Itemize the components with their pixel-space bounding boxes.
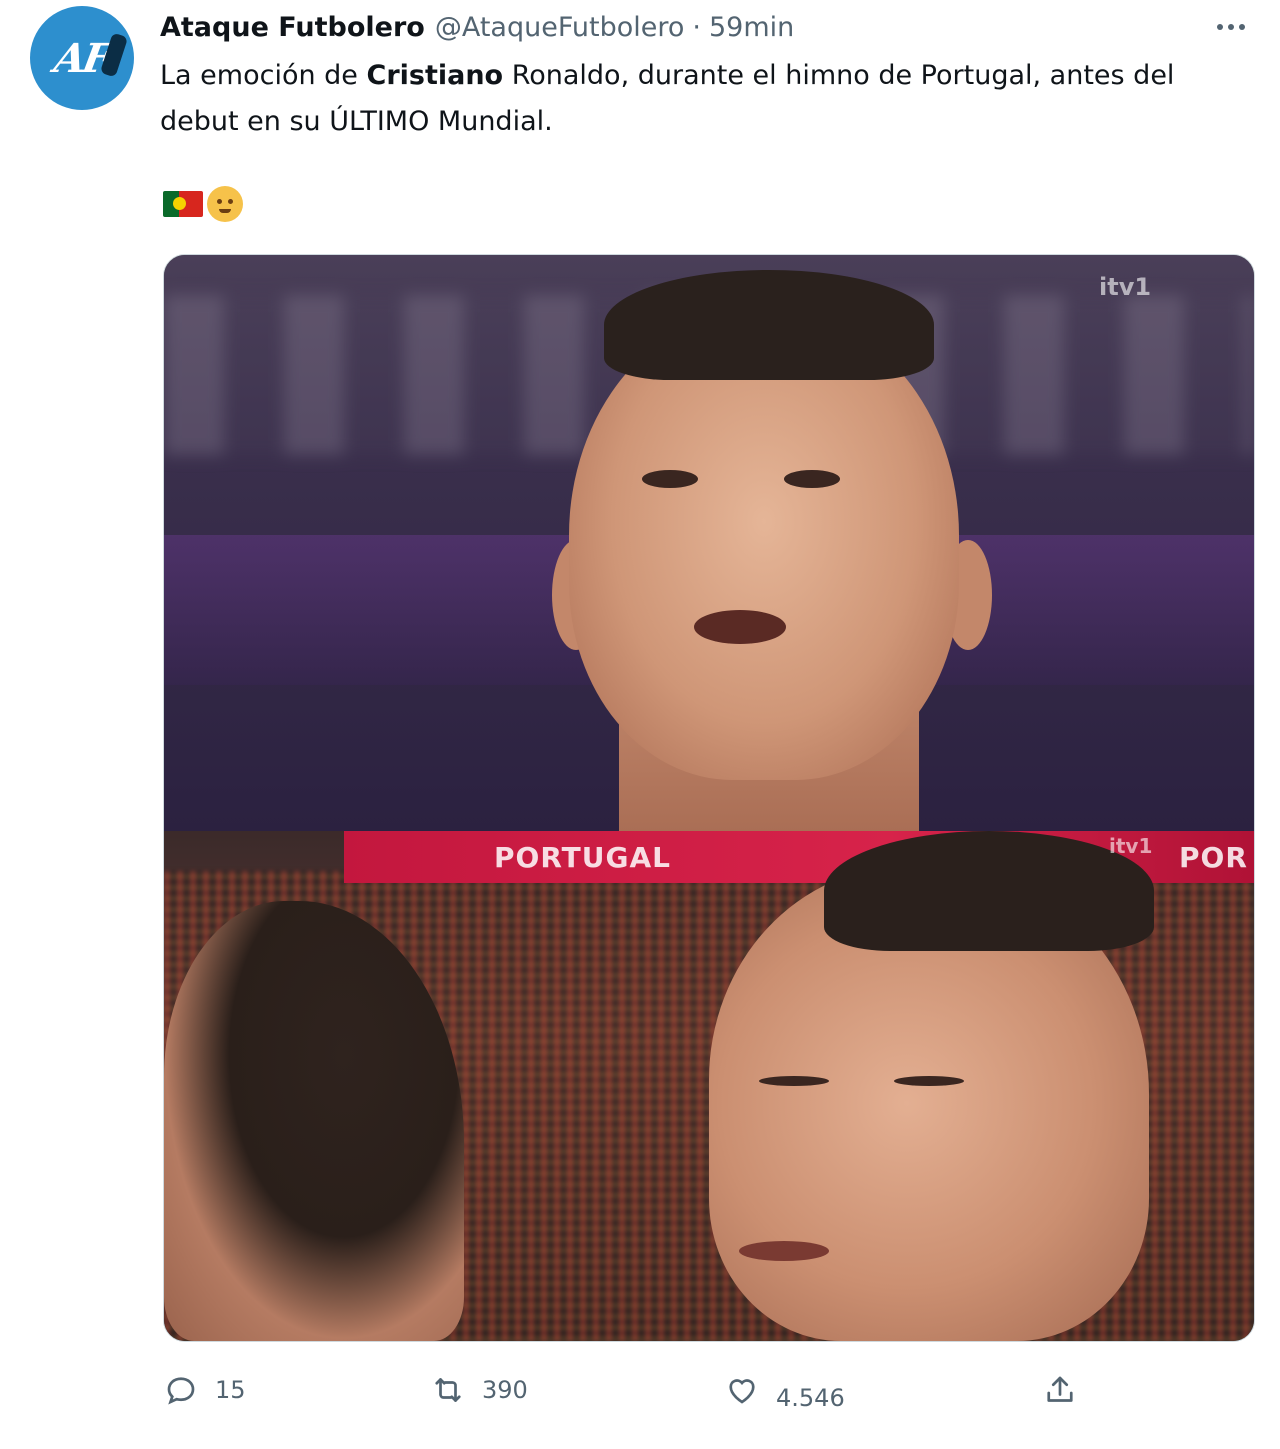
itv-watermark: itv1 xyxy=(1109,834,1153,858)
heart-icon xyxy=(729,1379,755,1404)
banner-text-edge: POR xyxy=(1179,841,1248,874)
holding-back-tears-emoji-icon xyxy=(207,186,243,222)
itv-watermark: itv1 xyxy=(1099,273,1152,301)
like-count: 4.546 xyxy=(776,1384,845,1412)
more-options-button[interactable] xyxy=(1206,12,1256,42)
tweet-text-part1: La emoción de xyxy=(160,60,367,91)
media-photo-bottom[interactable]: PORTUGAL POR itv1 xyxy=(164,831,1254,1341)
tweet-media[interactable]: itv1 PORTUGAL POR itv1 xyxy=(163,254,1255,1342)
banner-text: PORTUGAL xyxy=(494,841,671,874)
retweet-button[interactable]: 390 xyxy=(430,1370,528,1410)
tweet-emojis xyxy=(163,186,243,222)
tweet: AF Ataque Futbolero @AtaqueFutbolero · 5… xyxy=(0,0,1280,1449)
author-display-name[interactable]: Ataque Futbolero xyxy=(160,12,425,43)
header-separator: · xyxy=(692,11,701,43)
tweet-text-bold: Cristiano xyxy=(366,60,504,91)
reply-button[interactable]: 15 xyxy=(163,1370,246,1410)
more-horizontal-icon xyxy=(1217,24,1223,30)
tweet-text: La emoción de Cristiano Ronaldo, durante… xyxy=(160,53,1250,145)
more-horizontal-icon xyxy=(1228,24,1234,30)
media-photo-top[interactable]: itv1 xyxy=(164,255,1254,831)
reply-count: 15 xyxy=(215,1376,246,1404)
portugal-flag-icon xyxy=(163,191,203,217)
author-handle[interactable]: @AtaqueFutbolero xyxy=(435,12,685,43)
retweet-icon xyxy=(435,1378,461,1402)
tweet-actions: 15 390 4.546 xyxy=(0,1360,1280,1420)
more-horizontal-icon xyxy=(1239,24,1245,30)
reply-icon xyxy=(167,1377,195,1405)
tweet-timestamp[interactable]: 59min xyxy=(709,12,794,43)
retweet-count: 390 xyxy=(482,1376,528,1404)
share-icon xyxy=(1047,1376,1073,1402)
tweet-header: Ataque Futbolero @AtaqueFutbolero · 59mi… xyxy=(160,10,794,44)
share-button[interactable] xyxy=(1042,1370,1078,1410)
like-button[interactable]: 4.546 xyxy=(724,1370,845,1412)
avatar[interactable]: AF xyxy=(30,6,134,110)
